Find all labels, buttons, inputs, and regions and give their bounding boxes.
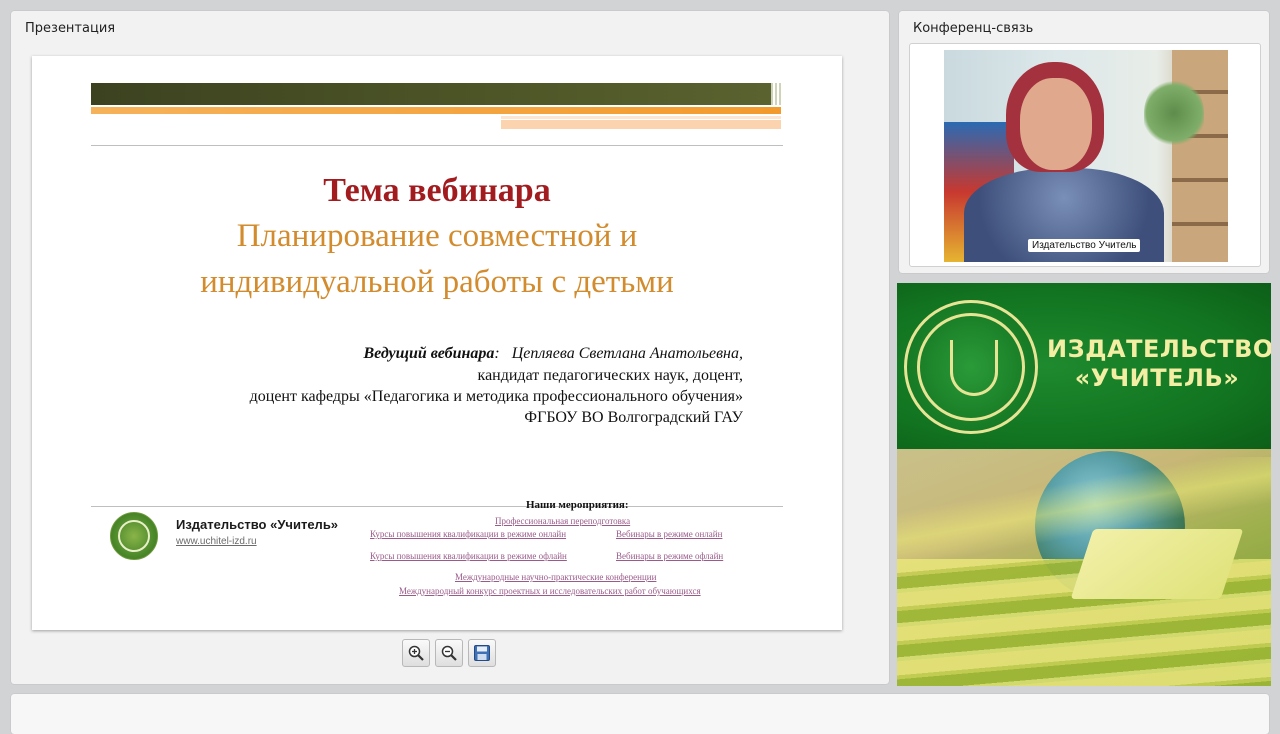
presentation-slide: Тема вебинара Планирование совместной и …	[32, 56, 842, 630]
conference-panel: Конференц-связь Издательство Учитель	[899, 11, 1269, 273]
slide-event-link[interactable]: Международные научно-практические конфер…	[455, 572, 656, 582]
slide-subtitle-line1: Планирование совместной и	[236, 218, 638, 254]
slide-host-name: Цепляева Светлана Анатольевна,	[511, 345, 743, 362]
zoom-out-icon	[441, 645, 457, 661]
slide-host-position: доцент кафедры «Педагогика и методика пр…	[249, 388, 743, 405]
zoom-out-button[interactable]	[435, 639, 463, 667]
slide-host-degree: кандидат педагогических наук, доцент,	[477, 367, 743, 384]
publisher-banner: ИЗДАТЕЛЬСТВО «УЧИТЕЛЬ»	[897, 283, 1271, 686]
publisher-logo-icon	[110, 512, 158, 560]
slide-event-link[interactable]: Вебинары в режиме офлайн	[616, 551, 723, 561]
slide-divider-top	[91, 145, 783, 146]
zoom-in-button[interactable]	[402, 639, 430, 667]
video-feed: Издательство Учитель	[944, 50, 1228, 262]
bottom-panel	[11, 694, 1269, 734]
presentation-toolbar	[402, 639, 496, 667]
slide-divider-bottom	[91, 506, 783, 507]
slide-host-label: Ведущий вебинара	[363, 345, 495, 362]
slide-header-bar-tail	[771, 83, 783, 105]
slide-publisher-name: Издательство «Учитель»	[176, 517, 339, 532]
slide-publisher-url[interactable]: www.uchitel-izd.ru	[176, 536, 257, 547]
slide-header-bar	[91, 83, 771, 105]
slide-event-link[interactable]: Вебинары в режиме онлайн	[616, 529, 722, 539]
slide-host-org: ФГБОУ ВО Волгоградский ГАУ	[524, 409, 743, 426]
publisher-emblem-icon	[904, 300, 1038, 434]
slide-peach-stripe	[501, 120, 781, 129]
slide-event-link[interactable]: Курсы повышения квалификации в режиме оф…	[370, 551, 567, 561]
floppy-disk-icon	[474, 645, 490, 661]
conference-panel-title: Конференц-связь	[913, 21, 1034, 36]
slide-event-link[interactable]: Профессиональная переподготовка	[495, 516, 630, 526]
banner-title-line1: ИЗДАТЕЛЬСТВО	[1047, 335, 1271, 363]
slide-host-line: Ведущий вебинара: Цепляева Светлана Анат…	[363, 345, 743, 362]
slide-event-link[interactable]: Международный конкурс проектных и исслед…	[399, 586, 701, 596]
participant-name-label: Издательство Учитель	[1028, 239, 1141, 252]
zoom-in-icon	[408, 645, 424, 661]
slide-orange-stripe	[91, 107, 781, 114]
banner-title-line2: «УЧИТЕЛЬ»	[1074, 364, 1240, 392]
banner-title: ИЗДАТЕЛЬСТВО «УЧИТЕЛЬ»	[1047, 335, 1271, 393]
slide-event-link[interactable]: Курсы повышения квалификации в режиме он…	[370, 529, 566, 539]
open-book-image	[1070, 529, 1244, 599]
slide-subtitle-line2: индивидуальной работы с детьми	[200, 264, 674, 300]
presentation-panel-title: Презентация	[25, 21, 116, 36]
slide-theme-label: Тема вебинара	[323, 172, 551, 209]
save-button[interactable]	[468, 639, 496, 667]
presentation-panel: Презентация Тема вебинара Планирование с…	[11, 11, 889, 684]
banner-image	[897, 449, 1271, 686]
slide-events-title: Наши мероприятия:	[526, 499, 629, 511]
slide-peach-stripe-thin	[501, 116, 781, 119]
banner-header: ИЗДАТЕЛЬСТВО «УЧИТЕЛЬ»	[897, 283, 1271, 449]
video-tile[interactable]: Издательство Учитель	[909, 43, 1261, 267]
